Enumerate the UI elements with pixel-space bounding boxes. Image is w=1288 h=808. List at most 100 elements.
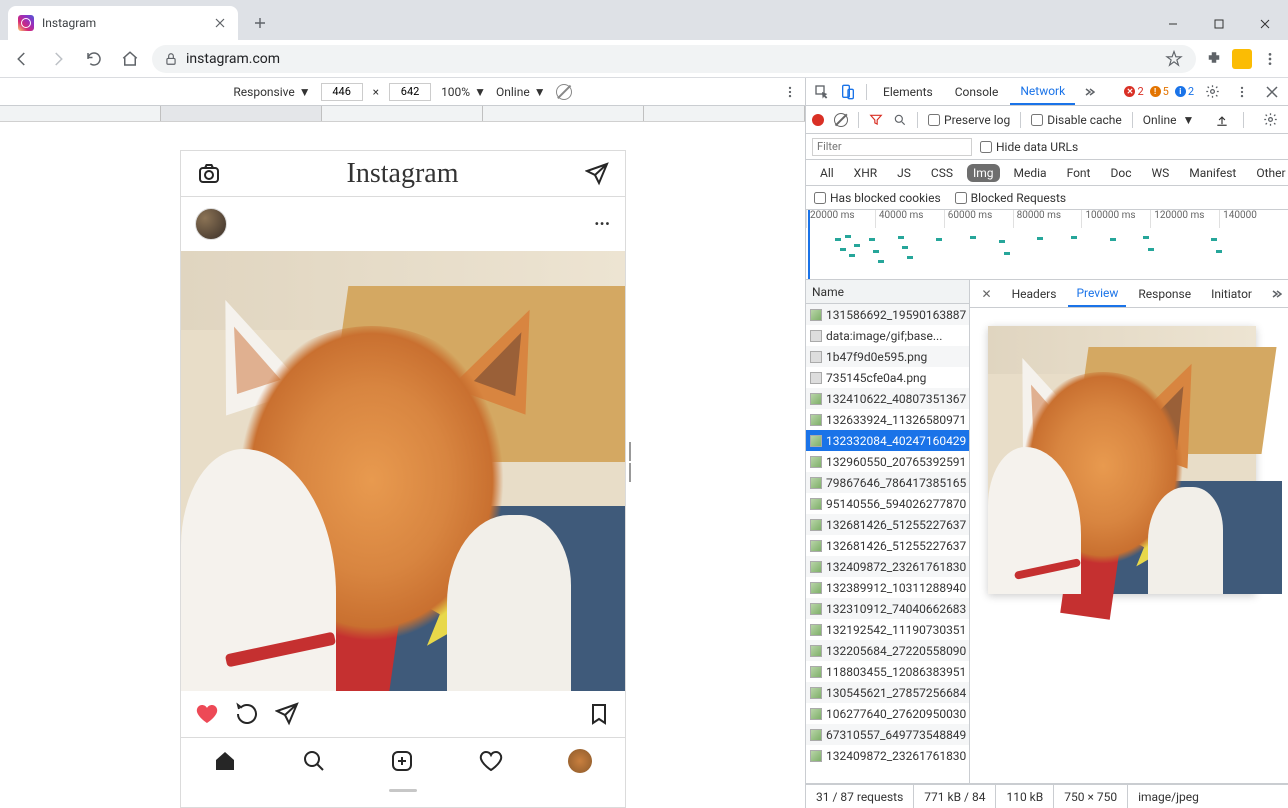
request-row[interactable]: 132633924_11326580971 [806,409,969,430]
new-post-icon[interactable] [390,749,414,773]
close-tab-button[interactable] [212,15,228,31]
throttle-select[interactable]: Online ▼ [496,85,546,99]
heart-icon[interactable] [195,702,219,726]
home-button[interactable] [116,45,144,73]
instagram-logo[interactable]: Instagram [347,158,459,190]
close-devtools-icon[interactable] [1260,80,1284,104]
height-input[interactable] [389,83,431,101]
detail-tab-response[interactable]: Response [1130,280,1199,307]
detail-tab-preview[interactable]: Preview [1068,280,1126,307]
request-row[interactable]: 130545621_27857256684 [806,682,969,703]
record-button[interactable] [812,114,824,126]
clear-button[interactable] [834,113,848,127]
hide-data-urls-checkbox[interactable]: Hide data URLs [980,140,1078,154]
browser-tab[interactable]: Instagram [8,6,238,40]
type-filter-all[interactable]: All [814,164,840,182]
bookmark-icon[interactable] [587,702,611,726]
camera-icon[interactable] [197,162,221,186]
type-filter-doc[interactable]: Doc [1104,164,1137,182]
request-row[interactable]: 132410622_40807351367 [806,388,969,409]
reload-button[interactable] [80,45,108,73]
avatar[interactable] [195,208,227,240]
name-column-header[interactable]: Name [806,280,969,304]
type-filter-ws[interactable]: WS [1145,164,1175,182]
type-filter-font[interactable]: Font [1061,164,1097,182]
tab-console[interactable]: Console [945,78,1009,105]
request-row[interactable]: 118803455_12086383951 [806,661,969,682]
type-filter-manifest[interactable]: Manifest [1183,164,1242,182]
devtools-menu-icon[interactable] [1230,80,1254,104]
request-row[interactable]: 132960550_20765392591 [806,451,969,472]
rotate-icon[interactable] [556,84,572,100]
search-icon[interactable] [302,749,326,773]
request-row[interactable]: 132681426_51255227637 [806,535,969,556]
error-badge[interactable]: ✕2 [1124,85,1143,98]
new-tab-button[interactable] [246,9,274,37]
warning-badge[interactable]: !5 [1150,85,1169,98]
device-toggle-icon[interactable] [836,80,860,104]
network-settings-icon[interactable] [1258,108,1282,132]
post-image[interactable] [181,251,625,691]
post-more-button[interactable]: ••• [595,217,611,231]
request-row[interactable]: 79867646_786417385165 [806,472,969,493]
tab-network[interactable]: Network [1010,78,1075,105]
close-window-button[interactable] [1242,8,1288,40]
width-input[interactable] [321,83,363,101]
request-row[interactable]: 132332084_40247160429 [806,430,969,451]
type-filter-xhr[interactable]: XHR [848,164,883,182]
type-filter-img[interactable]: Img [967,164,1000,182]
timeline[interactable]: 20000 ms40000 ms60000 ms80000 ms100000 m… [806,210,1288,280]
request-row[interactable]: 131586692_19590163887 [806,304,969,325]
type-filter-css[interactable]: CSS [925,164,959,182]
resize-handle[interactable] [629,442,635,482]
send-icon[interactable] [585,162,609,186]
close-detail-button[interactable]: ✕ [974,287,1000,301]
tab-elements[interactable]: Elements [873,78,943,105]
info-badge[interactable]: i2 [1175,85,1194,98]
activity-icon[interactable] [479,749,503,773]
request-row[interactable]: 1b47f9d0e595.png [806,346,969,367]
share-icon[interactable] [275,702,299,726]
detail-tab-headers[interactable]: Headers [1004,280,1065,307]
request-row[interactable]: 106277640_27620950030 [806,703,969,724]
more-tabs-icon[interactable] [1077,80,1101,104]
request-row[interactable]: 132310912_74040662683 [806,598,969,619]
comment-icon[interactable] [235,702,259,726]
request-row[interactable]: 132205684_27220558090 [806,640,969,661]
type-filter-media[interactable]: Media [1008,164,1053,182]
request-row[interactable]: 67310557_649773548849 [806,724,969,745]
type-filter-other[interactable]: Other [1250,164,1288,182]
request-row[interactable]: 95140556_594026277870 [806,493,969,514]
search-icon[interactable] [893,113,907,127]
maximize-button[interactable] [1196,8,1242,40]
star-icon[interactable] [1164,49,1184,69]
detail-tab-initiator[interactable]: Initiator [1203,280,1260,307]
forward-button[interactable] [44,45,72,73]
preserve-log-checkbox[interactable]: Preserve log [928,113,1010,127]
back-button[interactable] [8,45,36,73]
device-select[interactable]: Responsive ▼ [233,85,310,99]
type-filter-js[interactable]: JS [891,164,917,182]
inspect-icon[interactable] [810,80,834,104]
minimize-button[interactable] [1150,8,1196,40]
more-detail-tabs-icon[interactable] [1264,282,1288,306]
request-row[interactable]: 132409872_23261761830 [806,745,969,766]
settings-icon[interactable] [1200,80,1224,104]
url-field[interactable]: instagram.com [152,45,1196,73]
request-row[interactable]: 132192542_11190730351 [806,619,969,640]
zoom-select[interactable]: 100% ▼ [441,85,486,99]
device-more-button[interactable] [783,85,797,99]
upload-icon[interactable] [1215,113,1229,127]
request-list[interactable]: Name 131586692_19590163887data:image/gif… [806,280,970,783]
throttling-select[interactable]: Online ▼ [1143,113,1195,127]
blocked-cookies-checkbox[interactable]: Has blocked cookies [814,191,941,205]
home-icon[interactable] [213,749,237,773]
menu-button[interactable] [1260,49,1280,69]
disable-cache-checkbox[interactable]: Disable cache [1031,113,1122,127]
filter-input[interactable] [812,138,972,156]
request-row[interactable]: 735145cfe0a4.png [806,367,969,388]
request-row[interactable]: data:image/gif;base... [806,325,969,346]
drag-handle-icon[interactable] [181,783,625,798]
profile-icon[interactable] [568,749,592,773]
request-row[interactable]: 132681426_51255227637 [806,514,969,535]
